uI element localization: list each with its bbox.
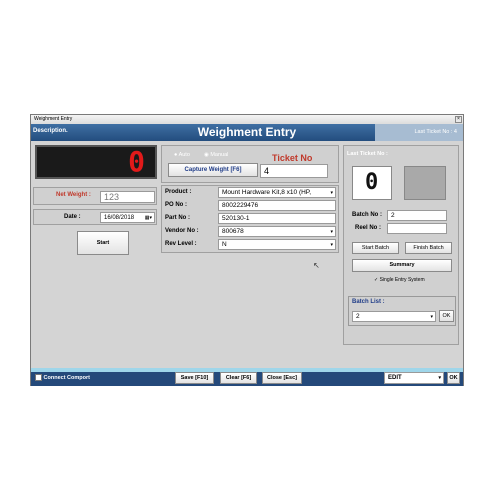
start-button[interactable]: Start bbox=[77, 231, 129, 255]
weight-display: 0 bbox=[35, 145, 157, 179]
mode-value: EDIT bbox=[388, 375, 402, 381]
rev-select[interactable]: N ▾ bbox=[218, 239, 336, 250]
mode-dropdown-icon[interactable]: ▾ bbox=[438, 373, 441, 383]
batch-list-label: Batch List : bbox=[352, 299, 385, 305]
batch-list-select[interactable]: 2 ▾ bbox=[352, 311, 436, 322]
ticket-label: Ticket No bbox=[272, 153, 313, 163]
vendor-dropdown-icon[interactable]: ▾ bbox=[330, 227, 333, 236]
single-entry-label: Single Entry System bbox=[379, 277, 425, 283]
part-input[interactable]: 520130-1 bbox=[218, 213, 336, 224]
date-value: 16/08/2018 bbox=[104, 215, 135, 221]
batch-list-ok-button[interactable]: OK bbox=[439, 310, 454, 322]
last-ticket-header: Last Ticket No : 4 bbox=[375, 124, 463, 141]
close-button[interactable]: Close [Esc] bbox=[262, 372, 302, 384]
rev-dropdown-icon[interactable]: ▾ bbox=[330, 240, 333, 249]
mouse-cursor-icon: ↖ bbox=[313, 261, 320, 270]
details-panel: Product : Mount Hardware Kit,8 x10 (HP, … bbox=[161, 185, 339, 253]
date-row: Date : 16/08/2018 ▦▾ bbox=[33, 209, 157, 225]
date-label: Date : bbox=[64, 214, 81, 220]
net-weight-label: Net Weight : bbox=[56, 192, 91, 198]
clear-button[interactable]: Clear [F6] bbox=[220, 372, 257, 384]
auto-radio[interactable]: ● Auto bbox=[174, 152, 190, 158]
po-label: PO No : bbox=[165, 202, 187, 208]
close-window-icon[interactable]: × bbox=[455, 116, 462, 123]
date-picker[interactable]: 16/08/2018 ▦▾ bbox=[100, 212, 155, 223]
vendor-value: 800678 bbox=[222, 228, 244, 235]
auto-radio-icon: ● bbox=[174, 152, 178, 158]
product-label: Product : bbox=[165, 189, 192, 195]
vendor-label: Vendor No : bbox=[165, 228, 199, 234]
single-entry-check-icon: ✓ bbox=[374, 277, 379, 283]
last-ticket-label: Last Ticket No : bbox=[347, 151, 388, 157]
connect-comport-checkbox[interactable]: Connect Comport bbox=[35, 374, 90, 381]
last-ticket-value: 0 bbox=[365, 170, 379, 195]
net-weight-row: Net Weight : 123 bbox=[33, 187, 157, 205]
finish-batch-button[interactable]: Finish Batch bbox=[405, 242, 452, 254]
batch-list-value: 2 bbox=[356, 313, 360, 320]
save-button[interactable]: Save [F10] bbox=[175, 372, 214, 384]
header-bar: Description. Weighment Entry Last Ticket… bbox=[31, 124, 463, 141]
auto-label: Auto bbox=[178, 152, 190, 158]
footer-ok-button[interactable]: OK bbox=[447, 372, 460, 384]
part-label: Part No : bbox=[165, 215, 191, 221]
product-select[interactable]: Mount Hardware Kit,8 x10 (HP, ▾ bbox=[218, 187, 336, 198]
vendor-select[interactable]: 800678 ▾ bbox=[218, 226, 336, 237]
calendar-dropdown-icon[interactable]: ▦▾ bbox=[145, 213, 152, 222]
product-value: Mount Hardware Kit,8 x10 (HP, bbox=[222, 189, 312, 196]
weight-display-value: 0 bbox=[128, 145, 145, 178]
manual-label: Manual bbox=[210, 152, 229, 158]
start-batch-button[interactable]: Start Batch bbox=[352, 242, 399, 254]
photo-placeholder bbox=[404, 166, 446, 200]
capture-weight-button[interactable]: Capture Weight [F6] bbox=[168, 163, 258, 177]
weighment-window: Weighment Entry × Description. Weighment… bbox=[30, 114, 464, 386]
reel-no-input[interactable] bbox=[387, 223, 447, 234]
reel-no-label: Reel No : bbox=[355, 225, 382, 231]
summary-button[interactable]: Summary bbox=[352, 259, 452, 272]
rev-value: N bbox=[222, 241, 227, 248]
net-weight-input[interactable]: 123 bbox=[100, 191, 155, 203]
batch-list-dropdown-icon[interactable]: ▾ bbox=[430, 312, 433, 321]
product-dropdown-icon[interactable]: ▾ bbox=[330, 188, 333, 197]
window-title: Weighment Entry bbox=[34, 116, 73, 122]
rev-label: Rev Level : bbox=[165, 241, 197, 247]
window-titlebar: Weighment Entry bbox=[31, 115, 463, 124]
connect-comport-box-icon bbox=[35, 374, 42, 381]
single-entry-checkbox[interactable]: ✓ Single Entry System bbox=[374, 277, 425, 283]
mode-select[interactable]: EDIT ▾ bbox=[384, 372, 444, 384]
batch-no-label: Batch No : bbox=[352, 212, 382, 218]
batch-list-panel: Batch List : 2 ▾ OK bbox=[348, 296, 456, 326]
batch-no-input[interactable]: 2 bbox=[387, 210, 447, 221]
manual-radio[interactable]: ◉ Manual bbox=[204, 152, 228, 158]
ticket-input[interactable]: 4 bbox=[260, 164, 328, 178]
last-ticket-display: 0 bbox=[352, 166, 392, 200]
right-panel: Last Ticket No : 0 Batch No : 2 Reel No … bbox=[343, 145, 459, 345]
mode-panel: ● Auto ◉ Manual Capture Weight [F6] Tick… bbox=[161, 145, 339, 183]
connect-comport-label: Connect Comport bbox=[43, 374, 90, 381]
footer-bar: Connect Comport Save [F10] Clear [F6] Cl… bbox=[31, 368, 463, 386]
manual-radio-icon: ◉ bbox=[204, 152, 209, 158]
po-input[interactable]: 8002229476 bbox=[218, 200, 336, 211]
